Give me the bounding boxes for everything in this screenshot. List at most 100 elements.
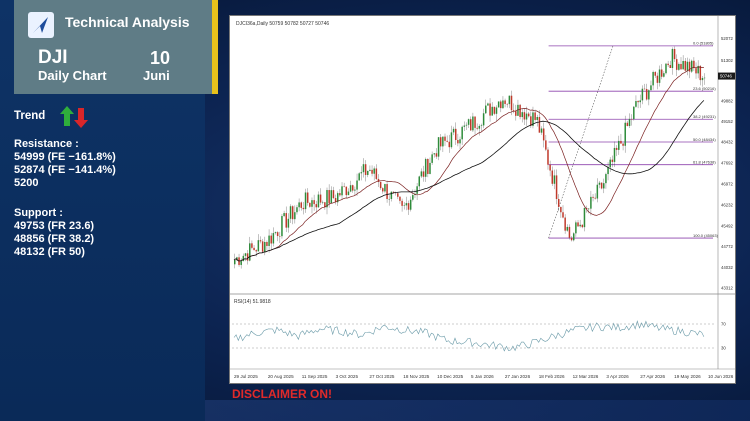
candle-body xyxy=(504,100,506,104)
candle-body xyxy=(555,175,558,199)
price-tick-label: 52072 xyxy=(721,36,734,41)
rsi-label: RSI(14) 51.9818 xyxy=(234,299,271,305)
candle-body xyxy=(397,193,399,197)
candle-body xyxy=(686,61,689,71)
candle-body xyxy=(534,112,536,120)
support-level: 49753 (FR 23.6) xyxy=(14,220,95,232)
candle-body xyxy=(450,132,453,148)
candle-body xyxy=(678,63,680,70)
candle-body xyxy=(420,171,423,177)
candle-body xyxy=(703,77,706,79)
last-price-label: 50746 xyxy=(720,74,733,79)
candle-body xyxy=(437,137,440,157)
candle-body xyxy=(283,213,285,217)
fibonacci-label: 100.0 (45063) xyxy=(693,233,719,238)
candle-body xyxy=(695,68,697,74)
candle-body xyxy=(626,122,629,126)
candle-body xyxy=(304,192,307,210)
candle-body xyxy=(566,226,569,231)
candle-body xyxy=(510,95,513,111)
candle-body xyxy=(326,190,328,208)
candle-body xyxy=(470,119,472,131)
candle-body xyxy=(315,204,318,208)
candle-body xyxy=(476,127,478,129)
time-tick-label: 18 Feb 2026 xyxy=(539,374,565,379)
candle-body xyxy=(253,247,255,251)
resistance-level: 54999 (FE −161.8%) xyxy=(14,151,116,163)
price-tick-label: 51302 xyxy=(721,58,734,63)
candle-body xyxy=(300,202,303,208)
chart-title: DJCI36a,Daily 50759 50782 50727 50746 xyxy=(236,21,329,27)
candle-body xyxy=(321,202,324,203)
candle-body xyxy=(463,125,466,127)
candle-body xyxy=(564,217,566,231)
candle-body xyxy=(341,186,343,196)
date-day: 10 xyxy=(150,48,171,68)
candle-body xyxy=(557,198,560,207)
candle-body xyxy=(527,113,530,117)
candle-body xyxy=(431,154,433,163)
candle-body xyxy=(287,218,290,228)
candle-body xyxy=(652,71,654,86)
candle-body xyxy=(435,153,438,157)
candle-body xyxy=(317,194,320,208)
candle-body xyxy=(701,77,704,81)
candle-body xyxy=(637,101,639,103)
candle-body xyxy=(538,117,541,133)
time-tick-label: 20 Aug 2025 xyxy=(268,374,294,379)
candle-body xyxy=(675,59,678,70)
candle-body xyxy=(622,143,624,146)
candle-body xyxy=(246,253,249,261)
bottom-band xyxy=(205,400,750,421)
time-tick-label: 29 Jul 2025 xyxy=(234,374,258,379)
candle-body xyxy=(289,206,292,219)
candle-body xyxy=(457,140,459,144)
time-tick-label: 12 Mar 2026 xyxy=(573,374,599,379)
candle-body xyxy=(465,124,468,126)
candle-body xyxy=(485,105,487,114)
candle-body xyxy=(603,183,605,189)
candle-body xyxy=(249,243,251,261)
candle-body xyxy=(332,190,335,199)
ticker-symbol: DJI xyxy=(38,47,68,68)
candle-body xyxy=(588,208,590,210)
candle-body xyxy=(506,103,508,105)
candle-body xyxy=(242,255,245,262)
trend-label: Trend xyxy=(14,110,46,122)
candle-body xyxy=(553,175,556,184)
candle-body xyxy=(521,112,523,118)
candle-body xyxy=(386,184,388,199)
candle-body xyxy=(491,106,493,116)
candle-body xyxy=(375,168,378,179)
date-month: Juni xyxy=(143,68,170,83)
candle-body xyxy=(570,237,573,241)
candle-body xyxy=(467,119,470,125)
candle-body xyxy=(412,195,414,200)
green-up-arrow-icon xyxy=(60,106,74,126)
fibonacci-label: 61.8 (47638) xyxy=(693,159,716,164)
candle-body xyxy=(360,172,363,174)
candle-body xyxy=(255,250,257,252)
rsi-level-label: 30 xyxy=(721,346,726,351)
candle-body xyxy=(487,103,489,106)
candle-body xyxy=(296,207,298,213)
candle-body xyxy=(234,260,236,265)
time-tick-label: 10 Dec 2025 xyxy=(437,374,463,379)
candle-body xyxy=(266,242,268,246)
candle-body xyxy=(592,196,594,198)
candle-body xyxy=(461,126,463,140)
candle-body xyxy=(390,191,393,199)
candle-body xyxy=(240,261,242,265)
rsi-line xyxy=(233,320,705,352)
candle-body xyxy=(313,200,315,205)
price-tick-label: 49882 xyxy=(721,98,734,103)
price-tick-label: 46232 xyxy=(721,202,734,207)
candle-body xyxy=(416,186,418,194)
candle-body xyxy=(613,147,616,162)
time-tick-label: 3 Apr 2026 xyxy=(606,374,629,379)
candle-body xyxy=(693,60,695,69)
candle-body xyxy=(551,170,554,184)
candle-body xyxy=(371,169,373,174)
resistance-block: Resistance : 54999 (FE −161.8%) 52874 (F… xyxy=(14,138,116,190)
price-tick-label: 46972 xyxy=(721,181,734,186)
